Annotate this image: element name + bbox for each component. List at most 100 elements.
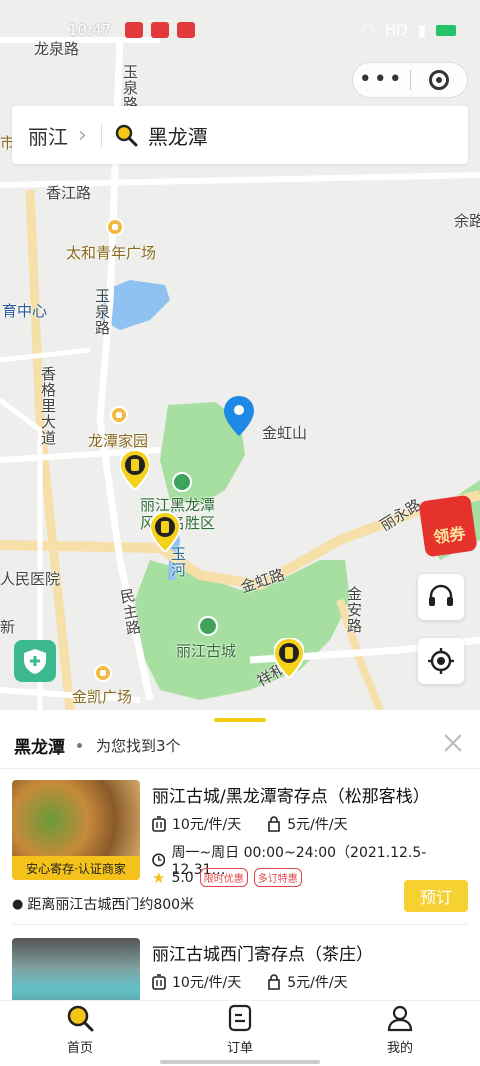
- pin-icon: ●: [12, 896, 24, 912]
- headset-icon: [429, 584, 453, 606]
- city-selector[interactable]: 丽江 ›: [12, 121, 87, 150]
- book-button[interactable]: 预订: [404, 880, 468, 912]
- notification-icons: [125, 22, 196, 38]
- scenic-icon: [172, 472, 192, 492]
- search-icon: [115, 124, 138, 147]
- distance-row: ● 距离丽江古城西门约800米: [12, 894, 194, 914]
- search-bar: 丽江 ›: [12, 106, 468, 164]
- star-icon: ★: [152, 868, 166, 887]
- map-label: 人民医院: [0, 570, 61, 588]
- map-label: 金凯广场: [72, 688, 133, 706]
- map-label: 新: [0, 618, 16, 636]
- target-ring-icon: [428, 70, 449, 90]
- bag-small-icon: [268, 974, 281, 990]
- divider: [12, 924, 468, 925]
- map-label: 金安路: [345, 586, 363, 634]
- locate-button[interactable]: [418, 638, 464, 684]
- store-card[interactable]: 安心寄存·认证商家 丽江古城/黑龙潭寄存点（松那客栈） 10元/件/天 5元/件…: [12, 780, 468, 930]
- mall-icon: [94, 664, 112, 682]
- status-time: 10:47: [68, 21, 112, 39]
- distance-text: 距离丽江古城西门约800米: [27, 897, 195, 913]
- customer-service-button[interactable]: [418, 574, 464, 620]
- map-label: 玉泉路: [93, 288, 111, 336]
- more-button[interactable]: •••: [353, 63, 410, 97]
- luggage-pin-icon[interactable]: [120, 450, 150, 490]
- luggage-pin-icon[interactable]: [150, 512, 180, 552]
- sheet-title: 黑龙潭: [14, 737, 65, 758]
- sheet-drag-handle[interactable]: [214, 718, 266, 722]
- price-small: 5元/件/天: [287, 817, 348, 833]
- price-large: 10元/件/天: [172, 817, 242, 833]
- wifi-icon: ◠: [361, 21, 375, 39]
- search-input[interactable]: [147, 123, 428, 147]
- tab-label: 我的: [386, 1041, 413, 1056]
- map-label: 玉泉路: [121, 64, 139, 112]
- map-label: 香江路: [46, 184, 92, 202]
- price-row: 10元/件/天 5元/件/天: [152, 814, 348, 834]
- map-label: 太和青年广场: [66, 244, 157, 262]
- status-right: ◠ HD ▮: [362, 21, 456, 39]
- locate-icon: [428, 648, 454, 674]
- promo-tag: 多订特惠: [253, 868, 302, 887]
- oldtown-icon: [198, 616, 218, 636]
- coupon-button[interactable]: 领券: [418, 494, 478, 558]
- store-card[interactable]: 丽江古城西门寄存点（茶庄） 10元/件/天 5元/件/天: [12, 938, 468, 1000]
- more-dots-icon: •••: [358, 67, 404, 92]
- map-label: 丽江古城: [176, 642, 237, 660]
- price-row: 10元/件/天 5元/件/天: [152, 972, 348, 992]
- suitcase-large-icon: [152, 816, 166, 832]
- bullet-divider: [77, 742, 82, 748]
- location-pin-icon: [224, 396, 254, 436]
- tab-home[interactable]: 首页: [0, 1001, 160, 1066]
- store-photo: [12, 938, 140, 1000]
- app-notification-icon: [177, 22, 196, 38]
- search-icon: [67, 1005, 94, 1032]
- map-label: 余路: [454, 212, 480, 230]
- order-icon: [228, 1004, 252, 1032]
- price-small: 5元/件/天: [287, 975, 348, 991]
- map[interactable]: 龙泉路 玉泉路 市 香江路 太和青年广场 玉泉路 育中心 香格里大道 龙潭家园 …: [0, 0, 480, 710]
- app-notification-icon: [125, 22, 144, 38]
- store-photo: 安心寄存·认证商家: [12, 780, 140, 880]
- app-notification-icon: [151, 22, 170, 38]
- map-label: 龙潭家园: [88, 432, 149, 450]
- map-label: 金虹山: [262, 424, 308, 442]
- miniprogram-capsule: •••: [352, 62, 468, 98]
- tab-label: 订单: [226, 1041, 253, 1056]
- rating-row: ★ 5.0 限时优惠 多订特惠: [152, 868, 302, 887]
- result-count: 为您找到3个: [96, 736, 181, 755]
- map-label: 育中心: [2, 302, 48, 320]
- results-sheet: 黑龙潭 为您找到3个 安心寄存·认证商家 丽江古城/黑龙潭寄存点（松那客栈） 1…: [0, 710, 480, 1000]
- tab-bar: 首页 订单 我的: [0, 1000, 480, 1066]
- search-divider: [100, 123, 102, 147]
- store-name: 丽江古城西门寄存点（茶庄）: [152, 945, 373, 965]
- store-caption: 安心寄存·认证商家: [12, 856, 140, 880]
- plaza-icon: [106, 218, 124, 236]
- battery-icon: [436, 24, 456, 36]
- home-indicator: [160, 1060, 320, 1064]
- clock-icon: [152, 853, 166, 867]
- map-label: 香格里大道: [39, 366, 57, 446]
- bag-small-icon: [268, 816, 281, 832]
- chevron-right-icon: ›: [78, 122, 87, 148]
- close-icon[interactable]: [440, 730, 466, 756]
- rating-score: 5.0: [171, 869, 194, 886]
- store-name: 丽江古城/黑龙潭寄存点（松那客栈）: [152, 787, 430, 807]
- coupon-label: 领券: [432, 523, 467, 548]
- divider: [0, 768, 480, 769]
- hd-indicator: HD: [384, 21, 408, 39]
- status-bar: 10:47 ◠ HD ▮: [0, 0, 480, 60]
- city-name: 丽江: [28, 124, 68, 149]
- signal-icon: ▮: [417, 21, 426, 39]
- luggage-pin-icon[interactable]: [274, 638, 304, 678]
- sheet-header: 黑龙潭 为您找到3个: [14, 730, 466, 760]
- shield-icon: [24, 649, 46, 674]
- promo-tag: 限时优惠: [199, 868, 248, 887]
- tab-profile[interactable]: 我的: [320, 1001, 480, 1066]
- suitcase-large-icon: [152, 974, 166, 990]
- close-miniprogram-button[interactable]: [411, 63, 468, 97]
- tab-orders[interactable]: 订单: [160, 1001, 320, 1066]
- insurance-button[interactable]: [14, 640, 56, 682]
- profile-icon: [387, 1005, 413, 1032]
- tab-label: 首页: [66, 1041, 93, 1056]
